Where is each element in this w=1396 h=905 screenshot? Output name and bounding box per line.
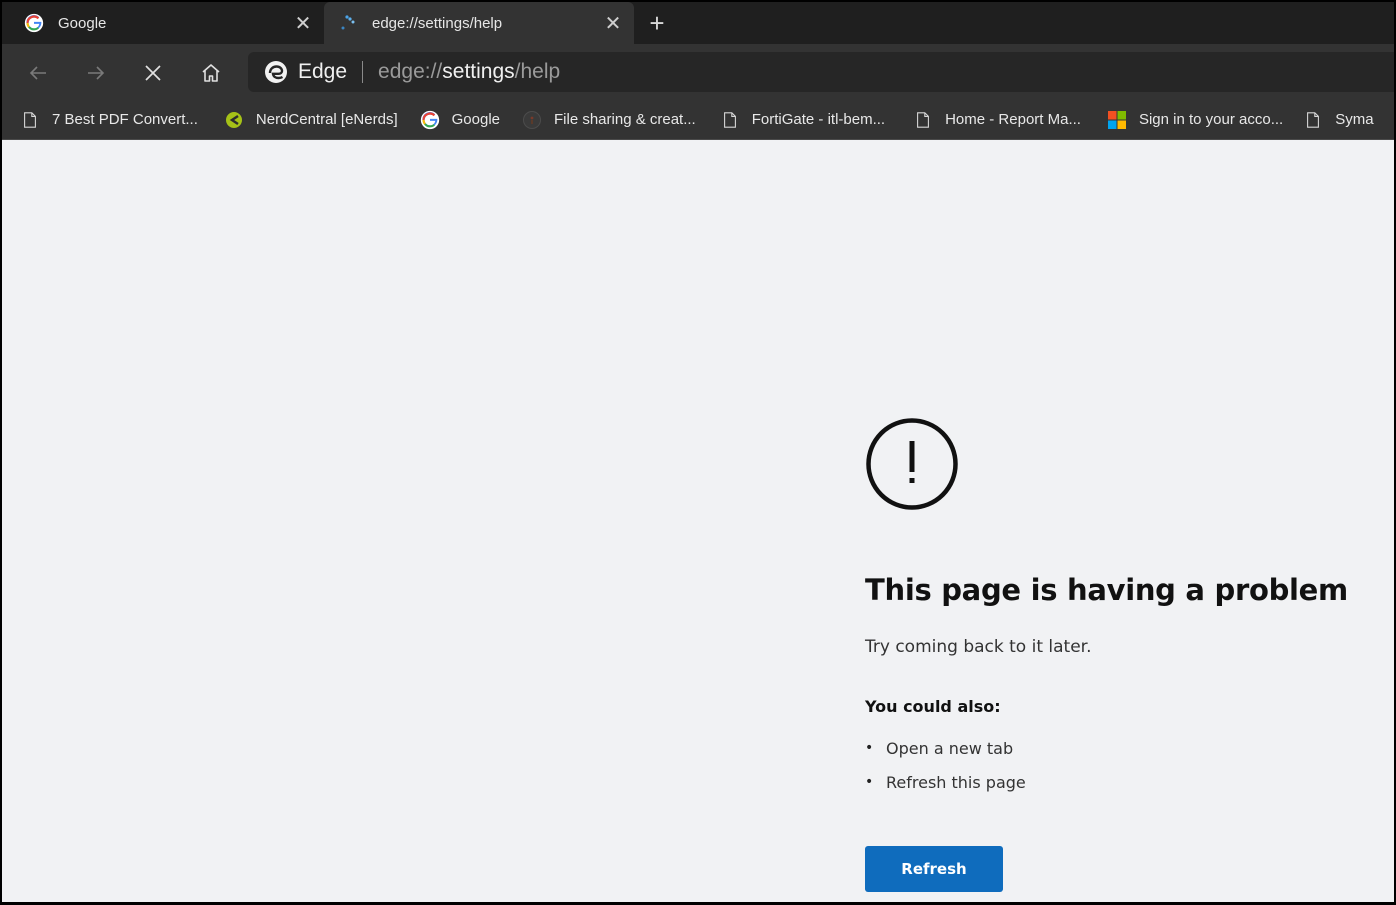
error-panel: This page is having a problem Try coming… bbox=[865, 417, 1348, 892]
bookmark-item[interactable]: Sign in to your acco... bbox=[1107, 104, 1283, 136]
url-text[interactable]: edge://settings/help bbox=[378, 60, 560, 84]
forward-button[interactable] bbox=[79, 56, 113, 90]
tab-close-button[interactable]: ✕ bbox=[598, 8, 628, 38]
arrow-right-icon bbox=[88, 66, 105, 80]
bookmark-label: File sharing & creat... bbox=[554, 111, 696, 128]
bookmark-item[interactable]: Home - Report Ma... bbox=[913, 104, 1081, 136]
address-divider bbox=[362, 61, 364, 83]
url-host: settings bbox=[442, 60, 515, 83]
suggestion-item: • Open a new tab bbox=[865, 731, 1026, 765]
edge-badge[interactable]: Edge bbox=[264, 60, 347, 84]
url-path: /help bbox=[514, 60, 561, 83]
suggestion-item: • Refresh this page bbox=[865, 765, 1026, 799]
browser-window: Google ✕ edge://settings/help ✕ + Edge e… bbox=[2, 2, 1394, 902]
page-icon bbox=[20, 110, 40, 130]
tab-strip: Google ✕ edge://settings/help ✕ + bbox=[2, 2, 1394, 44]
error-heading: This page is having a problem bbox=[865, 573, 1348, 607]
home-icon bbox=[202, 64, 220, 82]
bullet: • bbox=[865, 740, 874, 756]
toolbar: Edge edge://settings/help bbox=[2, 44, 1394, 100]
tab-title: Google bbox=[58, 14, 107, 32]
tab-google[interactable]: Google ✕ bbox=[2, 2, 324, 44]
back-button[interactable] bbox=[21, 56, 55, 90]
exclamation-circle-icon bbox=[866, 418, 958, 510]
page-icon bbox=[1303, 110, 1323, 130]
page-icon bbox=[913, 110, 933, 130]
bookmark-item[interactable]: Syma bbox=[1303, 104, 1374, 136]
bookmark-label: 7 Best PDF Convert... bbox=[52, 111, 198, 128]
suggestions-heading: You could also: bbox=[865, 697, 1001, 716]
home-button[interactable] bbox=[194, 56, 228, 90]
bookmark-item[interactable]: NerdCentral [eNerds] bbox=[224, 104, 398, 136]
error-subtext: Try coming back to it later. bbox=[865, 637, 1092, 657]
google-g-icon bbox=[24, 13, 44, 33]
page-content: This page is having a problem Try coming… bbox=[2, 141, 1394, 902]
microsoft-icon bbox=[1107, 110, 1127, 130]
refresh-button[interactable]: Refresh bbox=[865, 846, 1003, 892]
bookmark-label: Home - Report Ma... bbox=[945, 111, 1081, 128]
tab-title: edge://settings/help bbox=[372, 14, 503, 32]
bullet: • bbox=[865, 774, 874, 790]
address-bar[interactable]: Edge edge://settings/help bbox=[248, 52, 1394, 92]
bookmark-label: FortiGate - itl-bem... bbox=[751, 111, 886, 128]
bookmark-item[interactable]: File sharing & creat... bbox=[522, 104, 696, 136]
url-prefix: edge:// bbox=[378, 60, 443, 83]
favorites-bar: 7 Best PDF Convert... NerdCentral [eNerd… bbox=[2, 100, 1394, 140]
loading-spinner-icon bbox=[338, 13, 358, 33]
bookmark-item[interactable]: 7 Best PDF Convert... bbox=[20, 104, 198, 136]
bookmark-item[interactable]: FortiGate - itl-bem... bbox=[720, 104, 885, 136]
bookmark-label: Sign in to your acco... bbox=[1138, 111, 1284, 128]
suggestion-text: Open a new tab bbox=[886, 738, 1014, 758]
edge-logo-icon bbox=[265, 61, 287, 83]
google-g-icon bbox=[420, 110, 440, 130]
tab-close-button[interactable]: ✕ bbox=[288, 8, 318, 38]
close-icon bbox=[145, 65, 161, 81]
tab-settings-help[interactable]: edge://settings/help ✕ bbox=[324, 2, 634, 44]
bookmark-label: Google bbox=[451, 111, 500, 128]
edge-badge-label: Edge bbox=[298, 60, 348, 83]
bookmark-label: Syma bbox=[1335, 111, 1374, 128]
bookmark-item[interactable]: Google bbox=[420, 104, 500, 136]
arrow-left-icon bbox=[29, 66, 46, 80]
circle-favicon-icon bbox=[522, 110, 542, 130]
suggestions-list: • Open a new tab • Refresh this page bbox=[865, 731, 1026, 799]
stop-button[interactable] bbox=[136, 56, 170, 90]
suggestion-text: Refresh this page bbox=[886, 772, 1026, 792]
bookmark-label: NerdCentral [eNerds] bbox=[255, 111, 398, 128]
nerdcentral-icon bbox=[224, 110, 244, 130]
new-tab-button[interactable]: + bbox=[642, 8, 672, 38]
page-icon bbox=[720, 110, 740, 130]
